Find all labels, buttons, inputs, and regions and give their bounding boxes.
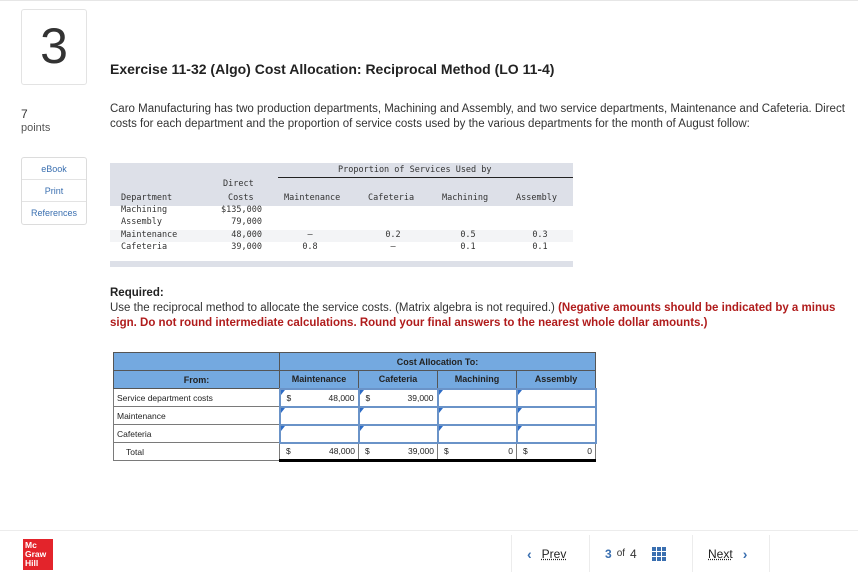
- references-button[interactable]: References: [22, 202, 86, 224]
- input-flag-icon: [438, 389, 443, 395]
- row-department: Assembly: [121, 217, 162, 227]
- row-cafeteria: 0.2: [385, 230, 401, 240]
- header-cafeteria: Cafeteria: [368, 193, 415, 203]
- table-row: Cafeteria: [113, 423, 597, 444]
- col-header-assembly: Assembly: [516, 370, 596, 389]
- input-maintenance[interactable]: [278, 405, 360, 426]
- from-header: From:: [113, 370, 280, 389]
- col-header-cafeteria: Cafeteria: [358, 370, 438, 389]
- input-flag-icon: [359, 389, 364, 395]
- table-row: Maintenance: [113, 405, 597, 426]
- input-maintenance[interactable]: [278, 423, 360, 444]
- input-flag-icon: [517, 407, 522, 413]
- input-cafeteria[interactable]: [357, 423, 439, 444]
- input-machining[interactable]: [436, 387, 518, 408]
- points-block: 7 points: [21, 107, 50, 135]
- row-department: Machining: [121, 205, 168, 215]
- input-machining[interactable]: [436, 405, 518, 426]
- required-label: Required:: [110, 287, 164, 299]
- required-section: Required: Use the reciprocal method to a…: [110, 286, 858, 331]
- row-direct-costs: 39,000: [231, 242, 262, 252]
- input-maintenance[interactable]: $48,000: [278, 387, 360, 408]
- ebook-button[interactable]: eBook: [22, 158, 86, 180]
- print-button[interactable]: Print: [22, 180, 86, 202]
- input-flag-icon: [280, 389, 285, 395]
- total-assembly: $0: [516, 442, 596, 462]
- input-flag-icon: [517, 389, 522, 395]
- row-department: Maintenance: [121, 230, 178, 240]
- question-intro: Caro Manufacturing has two production de…: [110, 103, 845, 130]
- input-assembly[interactable]: [515, 387, 597, 408]
- input-flag-icon: [280, 425, 285, 431]
- row-maintenance: 0.8: [302, 242, 318, 252]
- row-machining: 0.5: [460, 230, 476, 240]
- row-direct-costs: 48,000: [231, 230, 262, 240]
- row-cafeteria: –: [390, 242, 396, 252]
- group-header: Cost Allocation To:: [279, 352, 596, 371]
- prev-label[interactable]: Prev: [542, 547, 567, 561]
- points-value: 7: [21, 107, 28, 121]
- input-cafeteria[interactable]: $39,000: [357, 387, 439, 408]
- prev-button[interactable]: ‹ Prev: [527, 535, 566, 572]
- top-divider: [0, 0, 858, 1]
- cost-allocation-table: Cost Allocation To: From: Maintenance Ca…: [113, 352, 597, 462]
- total-row: Total $48,000 $39,000 $0 $0: [113, 442, 596, 462]
- total-cafeteria: $39,000: [358, 442, 438, 462]
- row-machining: 0.1: [460, 242, 476, 252]
- input-flag-icon: [359, 425, 364, 431]
- row-assembly: 0.3: [532, 230, 548, 240]
- question-number: 3: [21, 9, 87, 85]
- header-maintenance: Maintenance: [284, 193, 341, 203]
- total-pages: 4: [630, 546, 637, 561]
- side-buttons: eBook Print References: [21, 157, 87, 225]
- row-direct-costs: 79,000: [231, 217, 262, 227]
- header-department: Department: [121, 193, 173, 203]
- input-flag-icon: [438, 407, 443, 413]
- row-label: Maintenance: [113, 406, 280, 425]
- group-header-rule: [278, 177, 573, 178]
- header-assembly: Assembly: [516, 193, 557, 203]
- input-cafeteria[interactable]: [357, 405, 439, 426]
- col-header-maintenance: Maintenance: [279, 370, 359, 389]
- input-flag-icon: [517, 425, 522, 431]
- total-maintenance: $48,000: [279, 442, 359, 462]
- footer-divider: [0, 530, 858, 531]
- chevron-right-icon: ›: [742, 545, 748, 562]
- col-header-machining: Machining: [437, 370, 517, 389]
- chevron-left-icon: ‹: [527, 545, 532, 562]
- row-department: Cafeteria: [121, 242, 168, 252]
- row-assembly: 0.1: [532, 242, 548, 252]
- page-indicator: 3 of 4: [605, 535, 666, 572]
- next-button[interactable]: Next ›: [708, 535, 747, 572]
- grid-icon[interactable]: [651, 546, 666, 561]
- input-flag-icon: [438, 425, 443, 431]
- row-label: Service department costs: [113, 388, 280, 407]
- row-direct-costs: $135,000: [221, 205, 262, 215]
- group-header: Proportion of Services Used by: [338, 165, 492, 175]
- table-row: Service department costs $48,000 $39,000: [113, 387, 597, 408]
- header-direct: Direct: [223, 179, 254, 189]
- header-machining: Machining: [442, 193, 489, 203]
- question-title: Exercise 11-32 (Algo) Cost Allocation: R…: [110, 61, 555, 77]
- input-assembly[interactable]: [515, 405, 597, 426]
- required-text: Use the reciprocal method to allocate th…: [110, 302, 559, 314]
- department-data-table: Proportion of Services Used by Direct De…: [110, 163, 573, 267]
- points-label: points: [21, 122, 51, 134]
- total-machining: $0: [437, 442, 517, 462]
- input-machining[interactable]: [436, 423, 518, 444]
- mcgraw-hill-logo: Mc Graw Hill: [23, 539, 53, 570]
- row-label: Total: [113, 442, 280, 461]
- current-page: 3: [605, 546, 612, 561]
- header-costs: Costs: [228, 193, 254, 203]
- row-label: Cafeteria: [113, 424, 280, 443]
- next-label[interactable]: Next: [708, 547, 733, 561]
- input-flag-icon: [280, 407, 285, 413]
- input-assembly[interactable]: [515, 423, 597, 444]
- row-maintenance: –: [307, 230, 313, 240]
- input-flag-icon: [359, 407, 364, 413]
